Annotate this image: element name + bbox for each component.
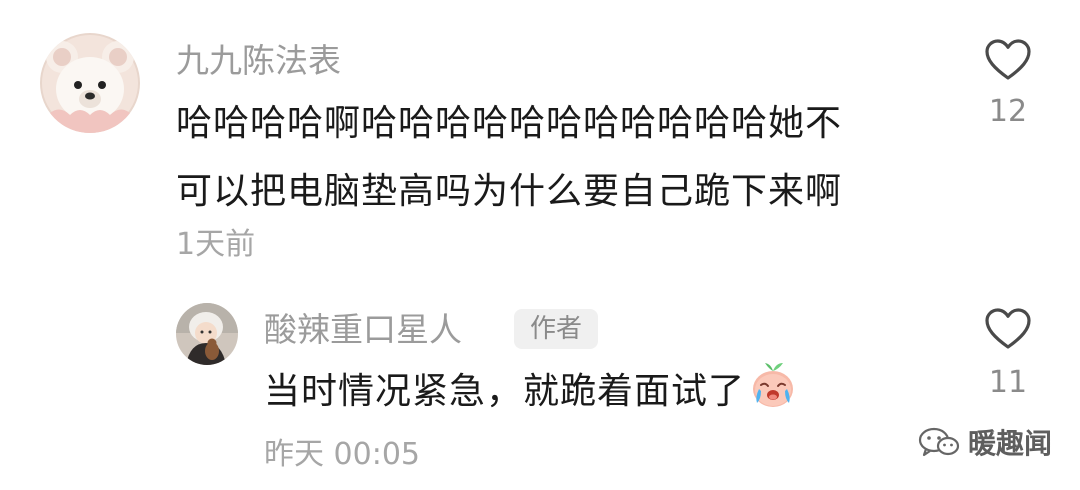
crying-face-emoji	[753, 363, 794, 407]
child-photo-avatar-icon	[176, 303, 238, 365]
comment-text: 哈哈哈哈啊哈哈哈哈哈哈哈哈哈哈哈她不 可以把电脑垫高吗为什么要自己跪下来啊	[176, 90, 946, 226]
wechat-logo-icon	[918, 427, 960, 457]
watermark: 暖趣闻	[918, 424, 1052, 460]
comment-text-line-1: 哈哈哈哈啊哈哈哈哈哈哈哈哈哈哈哈她不	[176, 103, 843, 144]
author-avatar[interactable]	[176, 303, 238, 365]
reply-timestamp: 昨天 00:05	[264, 437, 420, 472]
reply-text: 当时情况紧急，就跪着面试了	[264, 358, 884, 426]
commenter-username[interactable]: 九九陈法表	[176, 44, 341, 77]
commenter-avatar[interactable]	[40, 33, 140, 133]
like-button[interactable]	[984, 38, 1032, 82]
reply-text-content: 当时情况紧急，就跪着面试了	[264, 371, 746, 412]
heart-outline-icon	[985, 39, 1031, 80]
watermark-text: 暖趣闻	[968, 427, 1053, 460]
author-badge: 作者	[514, 309, 599, 349]
heart-outline-icon	[985, 308, 1031, 349]
comment-text-line-2: 可以把电脑垫高吗为什么要自己跪下来啊	[176, 171, 843, 212]
bear-avatar-icon	[40, 33, 140, 133]
comment-timestamp: 1天前	[176, 227, 256, 262]
like-count: 12	[988, 94, 1028, 129]
author-username[interactable]: 酸辣重口星人	[264, 313, 462, 346]
reply-like-count: 11	[988, 365, 1028, 400]
reply-like-button[interactable]	[984, 307, 1032, 351]
